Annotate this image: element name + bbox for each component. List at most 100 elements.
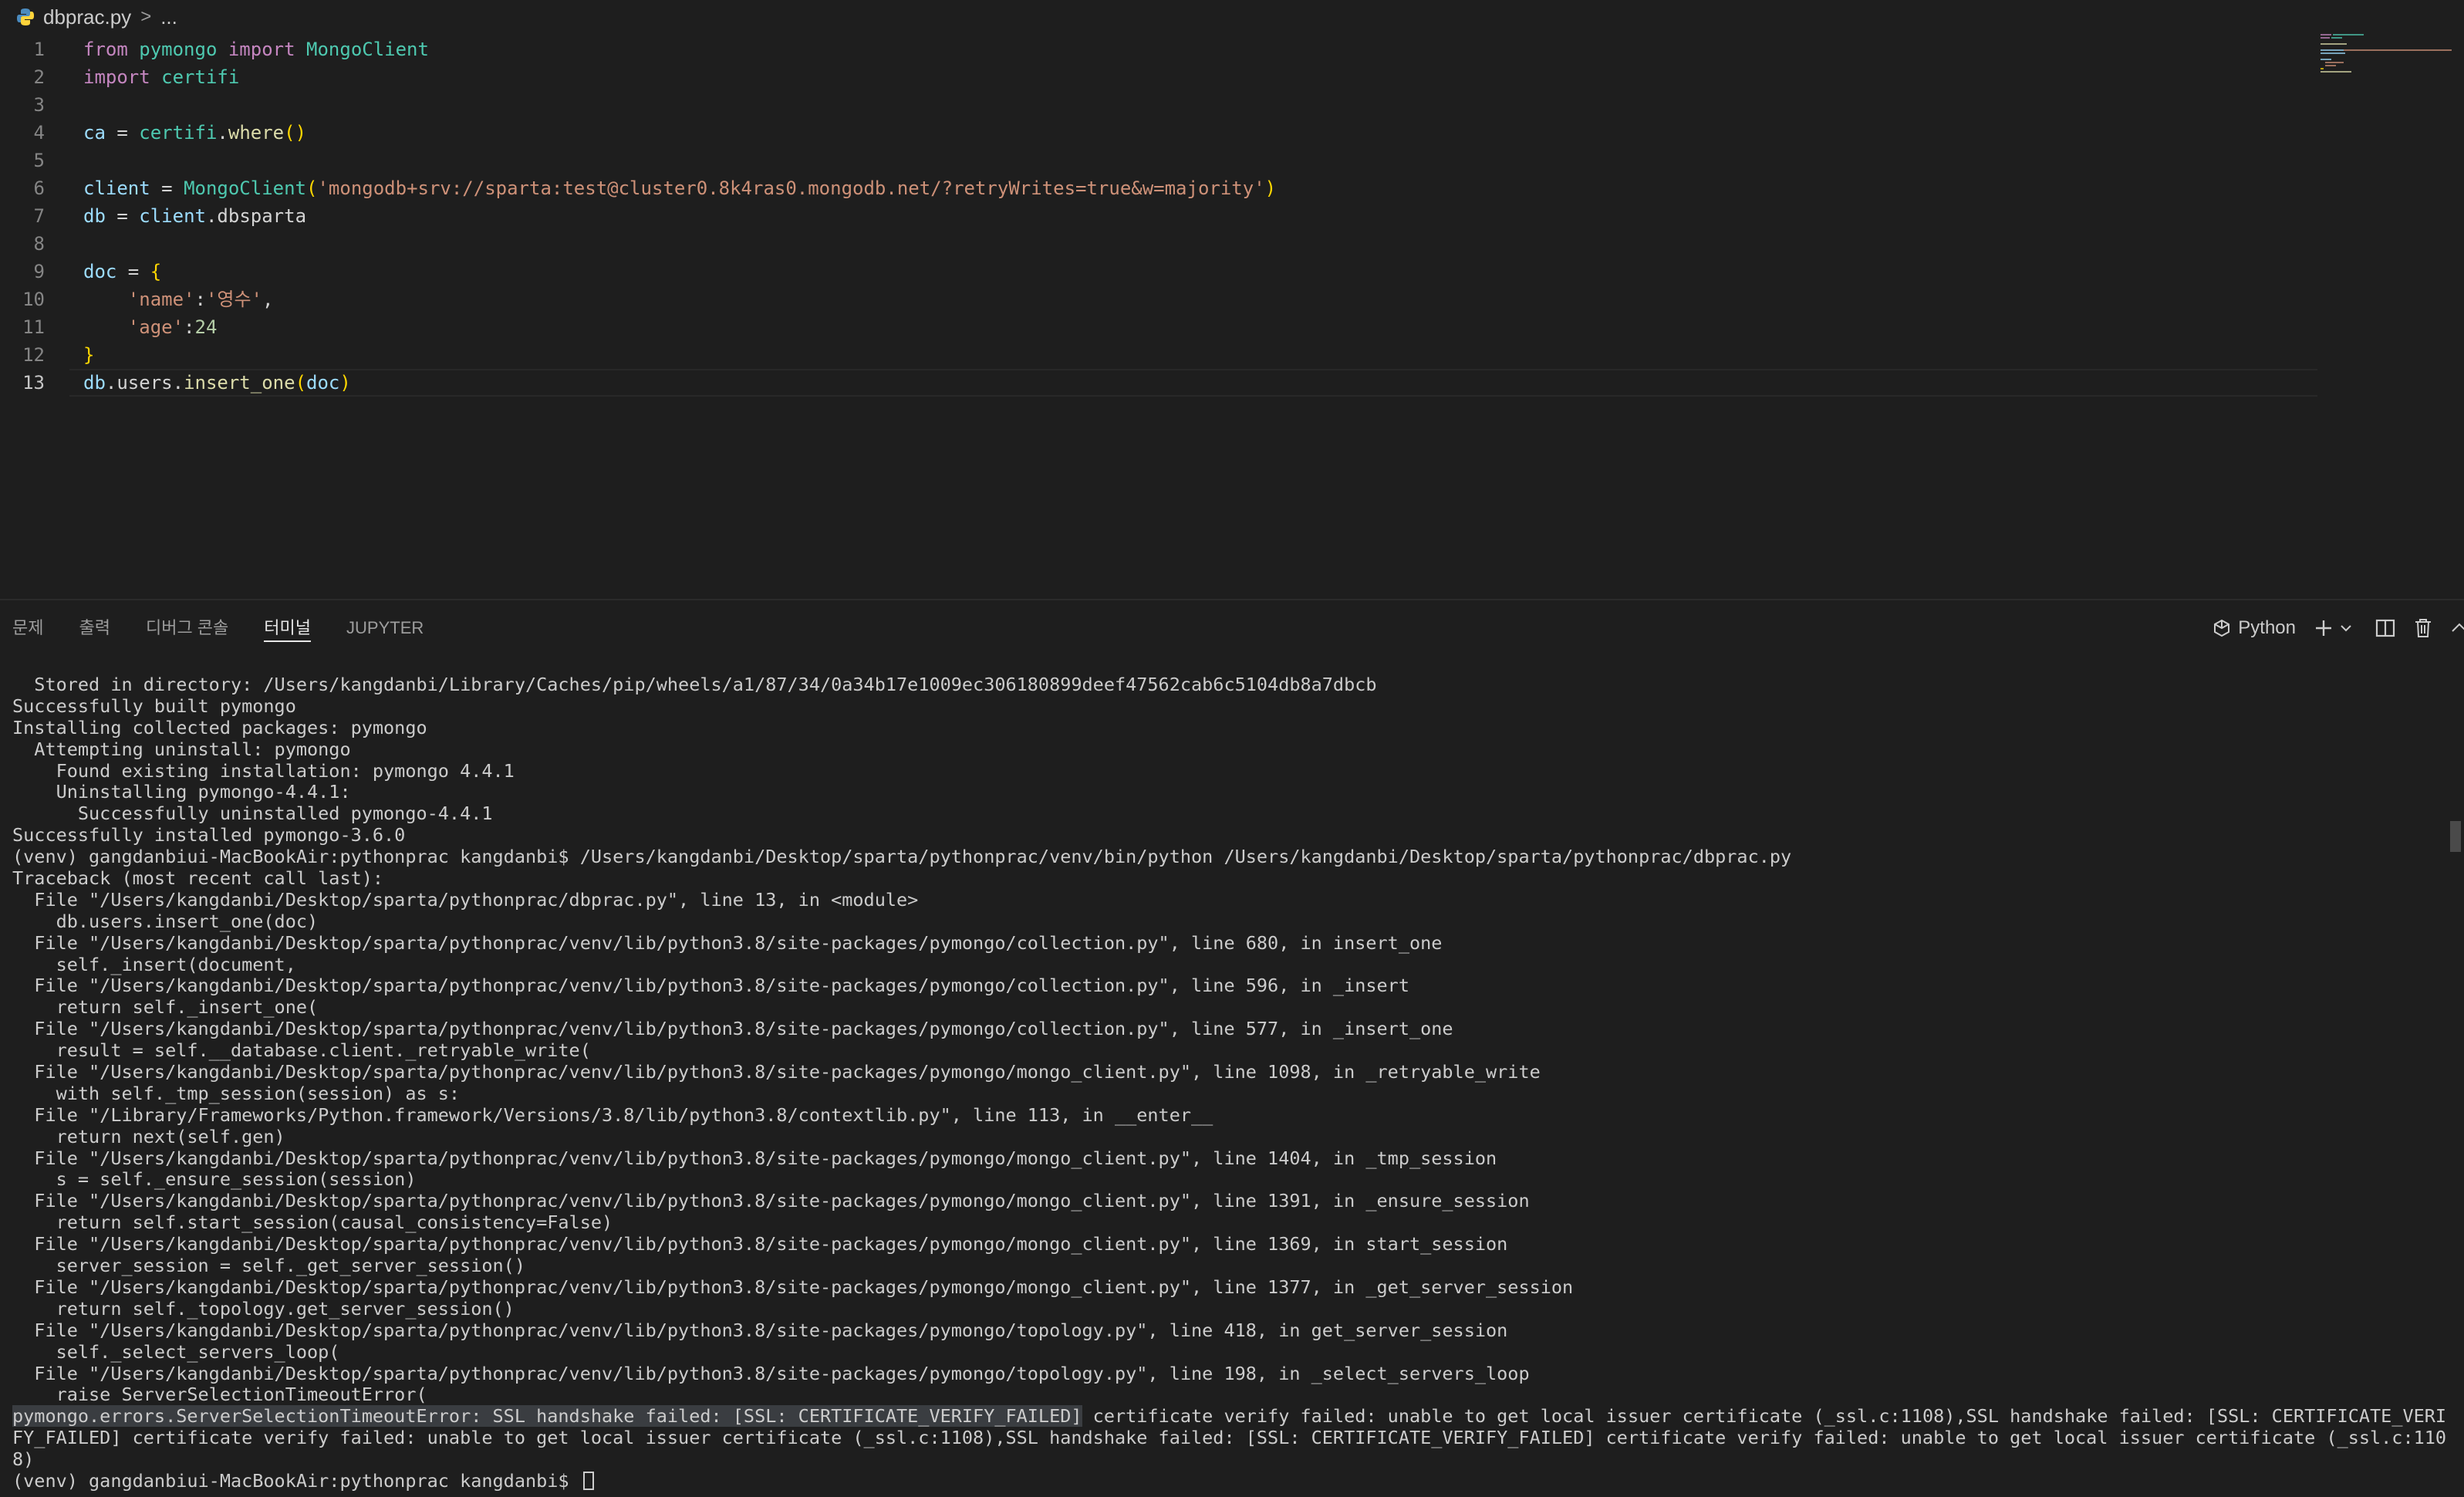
breadcrumb-more[interactable]: ... [160,5,177,29]
terminal-line: File "/Users/kangdanbi/Desktop/sparta/py… [12,931,1443,954]
panel-tab[interactable]: 터미널 [264,600,311,656]
code-line[interactable]: 4 ca = certifi.where() [0,119,2322,147]
code-token: from [83,39,128,60]
terminal-line: self._select_servers_loop( [12,1340,340,1363]
code-token: = [116,261,150,282]
code-line[interactable]: 1 from pymongo import MongoClient [0,35,2322,63]
code-token: ( [306,177,318,199]
terminal-profile[interactable]: Python [2212,617,2296,639]
code-token: certifi [161,66,240,88]
split-terminal-button[interactable] [2375,617,2396,639]
terminal-line: File "/Library/Frameworks/Python.framewo… [12,1103,1213,1126]
line-number: 1 [33,39,45,60]
line-code: from pymongo import MongoClient [83,35,429,63]
line-code: doc = { [83,258,161,286]
terminal-line: Successfully built pymongo [12,694,296,717]
line-number: 4 [33,122,45,144]
terminal-line: db.users.insert_one(doc) [12,910,319,932]
code-token: import [228,39,295,60]
code-token: : [194,289,206,310]
terminal-dropdown-button[interactable] [2339,621,2353,635]
terminal-line: File "/Users/kangdanbi/Desktop/sparta/py… [12,1190,1530,1212]
code-line[interactable]: 2 import certifi [0,63,2322,91]
code-line[interactable]: 9 doc = { [0,258,2322,286]
code-line[interactable]: 8 [0,230,2322,258]
code-token: = [105,122,140,144]
kill-terminal-button[interactable] [2413,617,2433,639]
terminal-line: Uninstalling pymongo-4.4.1: [12,781,351,803]
new-terminal-button[interactable] [2313,617,2334,639]
minimap[interactable] [2321,34,2459,188]
terminal-line: return self.start_session(causal_consist… [12,1211,613,1234]
line-code: import certifi [83,63,239,91]
terminal-line: Successfully installed pymongo-3.6.0 [12,824,406,846]
terminal-line: result = self.__database.client._retryab… [12,1039,591,1062]
panel-tab[interactable]: 디버그 콘솔 [146,600,228,656]
code-token: client [139,205,206,227]
line-number: 11 [22,316,45,338]
terminal-line: return self._topology.get_server_session… [12,1297,515,1320]
line-code: db = client.dbsparta [83,202,306,230]
terminal-line: Installing collected packages: pymongo [12,716,427,738]
terminal-profile-label: Python [2238,617,2296,638]
breadcrumb-separator: > [140,6,152,27]
terminal-line: File "/Users/kangdanbi/Desktop/sparta/py… [12,975,1409,997]
bottom-panel: 문제 출력 디버그 콘솔 터미널 JUPYTER Python Stored i… [0,599,2464,1497]
terminal-line: with self._tmp_session(session) as s: [12,1082,461,1104]
line-number: 8 [33,233,45,255]
line-code: 'name':'영수', [83,286,274,313]
panel-tab[interactable]: JUPYTER [346,600,424,656]
terminal-line: s = self._ensure_session(session) [12,1168,417,1191]
terminal-line: File "/Users/kangdanbi/Desktop/sparta/py… [12,1018,1453,1040]
code-line[interactable]: 10 'name':'영수', [0,286,2322,313]
code-token: pymongo [139,39,218,60]
panel-tab[interactable]: 문제 [12,600,43,656]
code-token: : [184,316,195,338]
code-token: , [262,289,274,310]
code-token: . [217,122,228,144]
terminal-line: File "/Users/kangdanbi/Desktop/sparta/py… [12,1233,1508,1255]
line-number: 9 [33,261,45,282]
code-line[interactable]: 11 'age':24 [0,313,2322,341]
terminal-line: Attempting uninstall: pymongo [12,738,351,760]
terminal-prompt-line[interactable]: (venv) gangdanbiui-MacBookAir:pythonprac… [12,1470,2442,1492]
code-line[interactable]: 5 [0,147,2322,174]
terminal-line: Successfully uninstalled pymongo-4.4.1 [12,803,493,825]
terminal-line: Traceback (most recent call last): [12,867,384,890]
maximize-panel-button[interactable] [2450,621,2464,635]
code-line[interactable]: 13 db.users.insert_one(doc) [0,369,2322,397]
line-code: client = MongoClient('mongodb+srv://spar… [83,174,1276,202]
line-number: 10 [22,289,45,310]
code-line[interactable]: 3 [0,91,2322,119]
code-line[interactable]: 6 client = MongoClient('mongodb+srv://spa… [0,174,2322,202]
code-line[interactable]: 12} [0,341,2322,369]
terminal-cursor [582,1471,594,1490]
panel-tab[interactable]: 출력 [79,600,110,656]
line-number: 5 [33,150,45,171]
terminal-scroll-thumb[interactable] [2450,821,2461,852]
code-editor[interactable]: 1 from pymongo import MongoClient 2 import … [0,34,2464,597]
code-token: MongoClient [306,39,429,60]
line-number: 13 [22,372,45,394]
terminal-line: raise ServerSelectionTimeoutError( [12,1384,427,1406]
terminal-line: server_session = self._get_server_sessio… [12,1255,525,1277]
line-number: 7 [33,205,45,227]
terminal-scrollbar[interactable] [2450,674,2461,1492]
code-token: MongoClient [184,177,307,199]
code-token: ) [1264,177,1277,199]
python-profile-icon [2212,618,2232,638]
line-code: } [83,341,94,369]
line-code: ca = certifi.where() [83,119,306,147]
breadcrumb: dbprac.py > ... [0,0,2464,34]
code-token: 'age' [127,316,184,338]
terminal-output[interactable]: Stored in directory: /Users/kangdanbi/Li… [12,674,2446,1497]
code-line[interactable]: 7 db = client.dbsparta [0,202,2322,230]
breadcrumb-file[interactable]: dbprac.py [43,5,131,29]
terminal-line: File "/Users/kangdanbi/Desktop/sparta/py… [12,1147,1497,1169]
terminal-line: return self._insert_one( [12,996,319,1019]
